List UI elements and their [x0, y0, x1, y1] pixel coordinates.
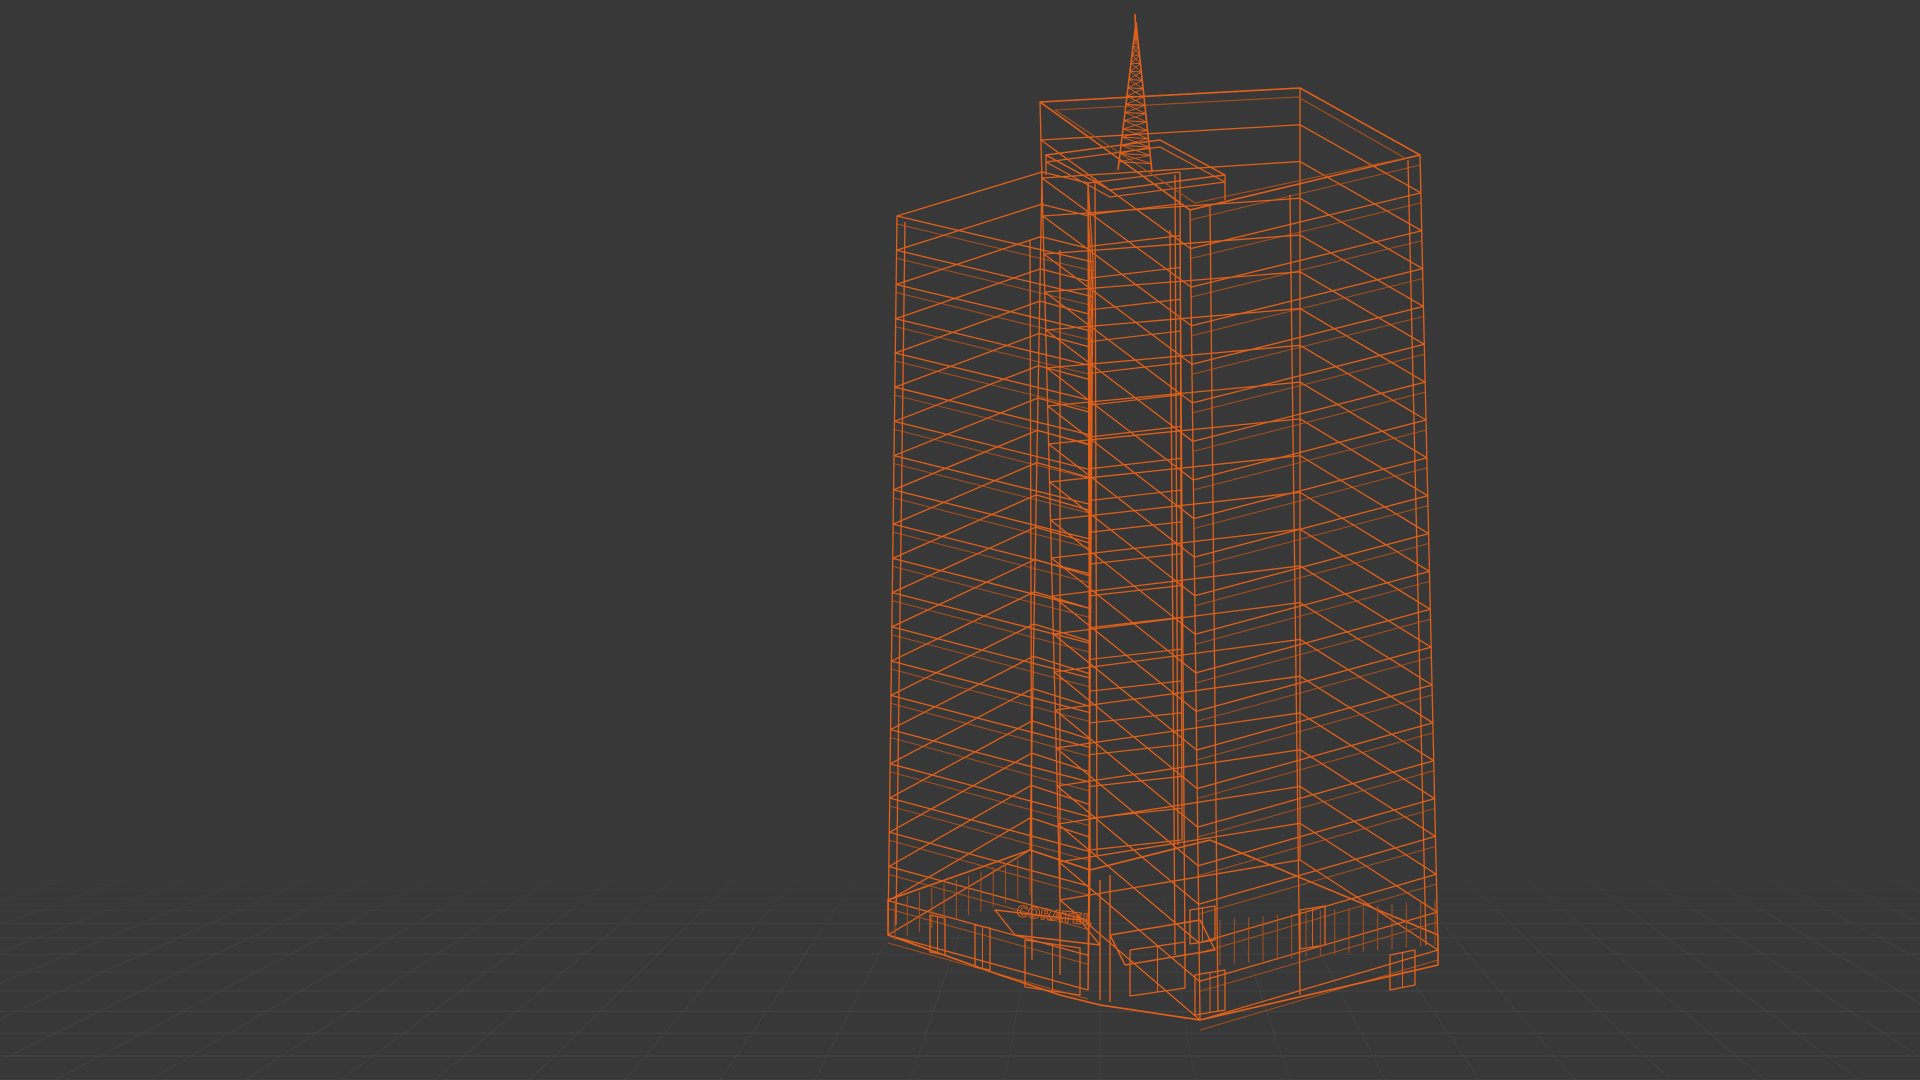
antenna-rung: [1129, 70, 1142, 73]
antenna-rung: [1130, 62, 1141, 65]
horizon-fade: [0, 860, 1920, 940]
viewport-canvas[interactable]: CORATEL: [0, 0, 1920, 1080]
3d-viewport[interactable]: CORATEL: [0, 0, 1920, 1080]
